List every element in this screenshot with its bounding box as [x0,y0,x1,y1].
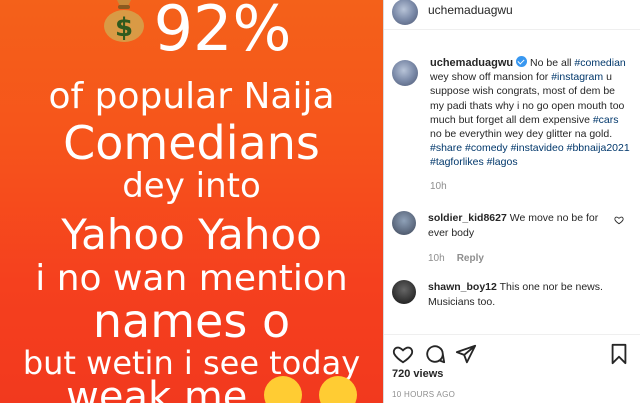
comment-avatar[interactable] [392,279,416,304]
post-header: uchemaduagwu [384,0,640,30]
post-image[interactable]: $ 92% of popular Naija Comedians dey int… [0,0,383,403]
comment-username[interactable]: shawn_boy12 [428,281,497,293]
reply-button[interactable]: Reply [457,253,484,264]
comments-section: uchemaduagwu No be all #comedian wey sho… [384,56,640,310]
comment-item: shawn_boy12 This one nor be news. Musici… [392,279,632,310]
comment-bubble-icon[interactable] [424,343,446,365]
comment-like-heart-icon[interactable] [614,215,624,225]
caption-username[interactable]: uchemaduagwu [430,57,513,69]
svg-text:$: $ [115,13,133,42]
save-bookmark-icon[interactable] [608,343,630,365]
caption-time: 10h [430,180,447,192]
caption-body: uchemaduagwu No be all #comedian wey sho… [430,56,630,194]
eye-roll-face-icon [318,376,357,403]
image-line-2: of popular Naija [48,76,335,117]
comment-time: 10h [428,252,445,264]
hashtag-comedy[interactable]: #comedy [465,142,508,154]
hashtag-instagram[interactable]: #instagram [551,71,603,83]
comment-meta: 10h Reply [428,251,608,266]
hashtag-lagos[interactable]: #lagos [487,156,518,168]
image-line-4: dey into [122,166,261,206]
hashtag-comedian[interactable]: #comedian [574,57,625,69]
share-paper-plane-icon[interactable] [455,343,477,365]
hashtag-tagforlikes[interactable]: #tagforlikes [430,156,484,168]
header-username[interactable]: uchemaduagwu [428,3,513,17]
image-line-6: i no wan mention [35,258,348,299]
comment-body: shawn_boy12 This one nor be news. Musici… [428,280,608,310]
comment-username[interactable]: soldier_kid8627 [428,212,507,224]
post-timestamp: 10 HOURS AGO [392,390,456,399]
comment-body: soldier_kid8627 We move no be for ever b… [428,211,608,266]
like-heart-icon[interactable] [392,343,414,365]
hashtag-cars[interactable]: #cars [593,114,619,126]
image-line-7: names o [92,294,291,348]
verified-badge-icon [516,56,528,67]
avatar[interactable] [392,0,418,25]
image-line-percent: $ 92% [0,0,383,65]
caption-avatar[interactable] [392,60,418,86]
hashtag-bbnaija2021[interactable]: #bbnaija2021 [567,142,630,154]
image-line-9: weak me [0,374,383,403]
comment-avatar[interactable] [392,210,416,235]
caption: uchemaduagwu No be all #comedian wey sho… [392,56,632,194]
hashtag-share[interactable]: #share [430,142,462,154]
views-count[interactable]: 720 views [392,368,443,380]
hashtag-instavideo[interactable]: #instavideo [511,142,564,154]
money-bag-icon: $ [103,0,144,42]
comment-item: soldier_kid8627 We move no be for ever b… [392,210,632,266]
laughing-face-icon [264,376,303,403]
image-line-5: Yahoo Yahoo [61,210,322,259]
image-line-3: Comedians [63,116,320,170]
post-side-panel: uchemaduagwu uchemaduagwu No be all #com… [383,0,640,403]
